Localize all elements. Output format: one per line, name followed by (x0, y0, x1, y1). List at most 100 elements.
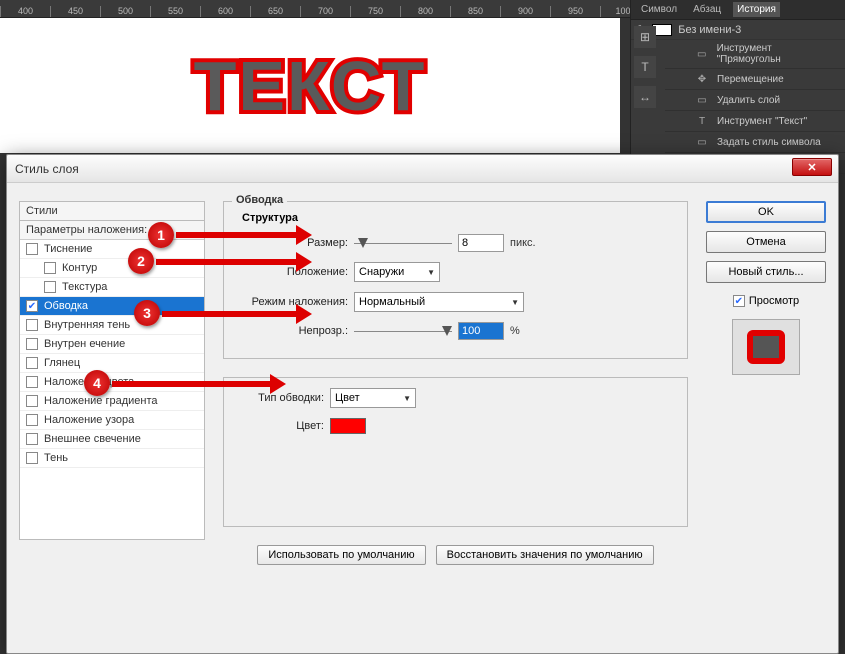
style-row[interactable]: Внешнее свечение (20, 430, 204, 449)
section-legend: Обводка (232, 194, 287, 206)
style-row[interactable]: Внутрен ечение (20, 335, 204, 354)
history-panel: Символ Абзац История ✎ Без имени-3 ⊞ T ↔… (630, 0, 845, 160)
style-checkbox[interactable] (26, 243, 38, 255)
opacity-unit: % (510, 325, 520, 337)
style-checkbox[interactable] (44, 281, 56, 293)
cancel-button[interactable]: Отмена (706, 231, 826, 253)
size-label: Размер: (238, 237, 348, 249)
style-label: Текстура (62, 281, 107, 293)
preview-checkbox[interactable] (733, 295, 745, 307)
opacity-label: Непрозр.: (238, 325, 348, 337)
color-label: Цвет: (238, 420, 324, 432)
history-item[interactable]: ▭Задать стиль символа (665, 132, 845, 153)
titlebar[interactable]: Стиль слоя ✕ (7, 155, 838, 183)
style-label: Наложение градиента (44, 395, 158, 407)
ruler-mark: 850 (450, 6, 500, 17)
marker-3: 3 (134, 300, 160, 326)
arrow-4 (112, 381, 272, 387)
style-label: Тиснение (44, 243, 92, 255)
filltype-select[interactable]: Цвет (330, 388, 416, 408)
tool-icon[interactable]: ⊞ (634, 26, 656, 48)
canvas: ТЕКСТ (0, 18, 620, 153)
ruler-mark: 450 (50, 6, 100, 17)
style-checkbox[interactable] (26, 452, 38, 464)
history-item[interactable]: TИнструмент "Текст" (665, 111, 845, 132)
size-input[interactable] (458, 234, 504, 252)
stroke-fieldset: Обводка Структура Размер: пикс. Положени… (223, 201, 688, 359)
history-icon: ▭ (695, 47, 709, 61)
style-checkbox[interactable] (26, 395, 38, 407)
panel-tabs: Символ Абзац История (631, 0, 845, 20)
use-default-button[interactable]: Использовать по умолчанию (257, 545, 425, 565)
structure-sub: Структура (242, 212, 673, 224)
position-select[interactable]: Снаружи (354, 262, 440, 282)
history-item[interactable]: ▭Инструмент "Прямоугольн (665, 40, 845, 69)
tool-icon[interactable]: ↔ (634, 86, 656, 108)
ruler-mark: 900 (500, 6, 550, 17)
style-checkbox[interactable] (26, 376, 38, 388)
history-label: Инструмент "Текст" (717, 116, 807, 127)
canvas-text: ТЕКСТ (194, 46, 427, 126)
history-icon: ▭ (695, 93, 709, 107)
color-swatch[interactable] (330, 418, 366, 434)
style-checkbox[interactable] (44, 262, 56, 274)
style-checkbox[interactable] (26, 300, 38, 312)
history-item[interactable]: ▭ Удалить слой (665, 90, 845, 111)
style-checkbox[interactable] (26, 414, 38, 426)
blend-select[interactable]: Нормальный (354, 292, 524, 312)
style-row[interactable]: Наложение узора (20, 411, 204, 430)
ruler-mark: 950 (550, 6, 600, 17)
new-style-button[interactable]: Новый стиль... (706, 261, 826, 283)
style-label: Внутренняя тень (44, 319, 130, 331)
arrow-1 (176, 232, 298, 238)
opacity-slider[interactable] (354, 324, 452, 338)
style-checkbox[interactable] (26, 433, 38, 445)
style-row[interactable]: Внутренняя тень (20, 316, 204, 335)
defaults-row: Использовать по умолчанию Восстановить з… (223, 545, 688, 565)
style-label: Контур (62, 262, 97, 274)
tool-icon[interactable]: T (634, 56, 656, 78)
style-row[interactable]: Тиснение (20, 240, 204, 259)
toolstrip: ⊞ T ↔ (634, 18, 662, 116)
style-label: Обводка (44, 300, 88, 312)
reset-default-button[interactable]: Восстановить значения по умолчанию (436, 545, 654, 565)
style-checkbox[interactable] (26, 319, 38, 331)
opacity-input[interactable] (458, 322, 504, 340)
style-checkbox[interactable] (26, 357, 38, 369)
style-label: Наложение узора (44, 414, 134, 426)
tab-symbol[interactable]: Символ (637, 2, 681, 17)
ruler-mark: 550 (150, 6, 200, 17)
position-label: Положение: (238, 266, 348, 278)
tab-paragraph[interactable]: Абзац (689, 2, 725, 17)
style-row[interactable]: Глянец (20, 354, 204, 373)
ruler-mark: 650 (250, 6, 300, 17)
style-label: Тень (44, 452, 68, 464)
ruler-mark: 800 (400, 6, 450, 17)
ruler-mark: 400 (0, 6, 50, 17)
arrow-3 (162, 311, 298, 317)
fill-fieldset: Тип обводки: Цвет Цвет: (223, 377, 688, 527)
preview-swatch (747, 330, 785, 364)
doc-row: ✎ Без имени-3 (631, 20, 845, 40)
history-label: Удалить слой (717, 95, 780, 106)
filltype-row: Тип обводки: Цвет (238, 388, 673, 408)
style-label: Внешнее свечение (44, 433, 141, 445)
close-button[interactable]: ✕ (792, 158, 832, 176)
ok-button[interactable]: OK (706, 201, 826, 223)
ruler-mark: 500 (100, 6, 150, 17)
history-item[interactable]: ✥Перемещение (665, 69, 845, 90)
style-checkbox[interactable] (26, 338, 38, 350)
style-row[interactable]: Текстура (20, 278, 204, 297)
tab-history[interactable]: История (733, 2, 780, 17)
size-slider[interactable] (354, 236, 452, 250)
buttons-column: OK Отмена Новый стиль... Просмотр (706, 201, 826, 635)
color-row: Цвет: (238, 418, 673, 434)
doc-name: Без имени-3 (678, 24, 741, 36)
marker-4: 4 (84, 370, 110, 396)
ruler-top: 4004505005506006507007508008509009501000… (0, 0, 660, 18)
styles-column: Стили Параметры наложения: пТиснениеКонт… (19, 201, 205, 635)
history-icon: ▭ (695, 135, 709, 149)
arrow-2 (156, 259, 298, 265)
style-row[interactable]: Тень (20, 449, 204, 468)
style-row[interactable]: Наложение градиента (20, 392, 204, 411)
